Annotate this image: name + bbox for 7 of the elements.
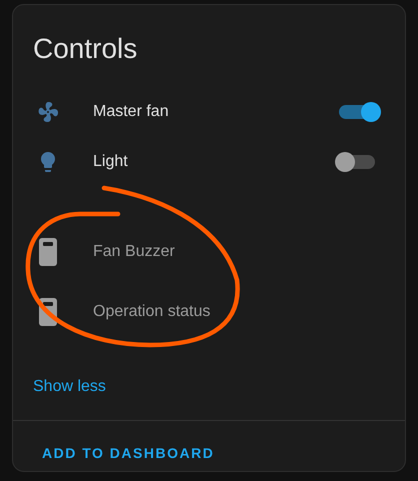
add-to-dashboard-button[interactable]: ADD TO DASHBOARD bbox=[33, 437, 224, 470]
entity-name[interactable]: Master fan bbox=[93, 100, 169, 124]
show-less-link[interactable]: Show less bbox=[33, 375, 106, 399]
fan-icon bbox=[36, 100, 60, 124]
entity-name[interactable]: Light bbox=[93, 150, 128, 174]
card-title: Controls bbox=[32, 32, 138, 65]
device-icon bbox=[38, 238, 58, 266]
